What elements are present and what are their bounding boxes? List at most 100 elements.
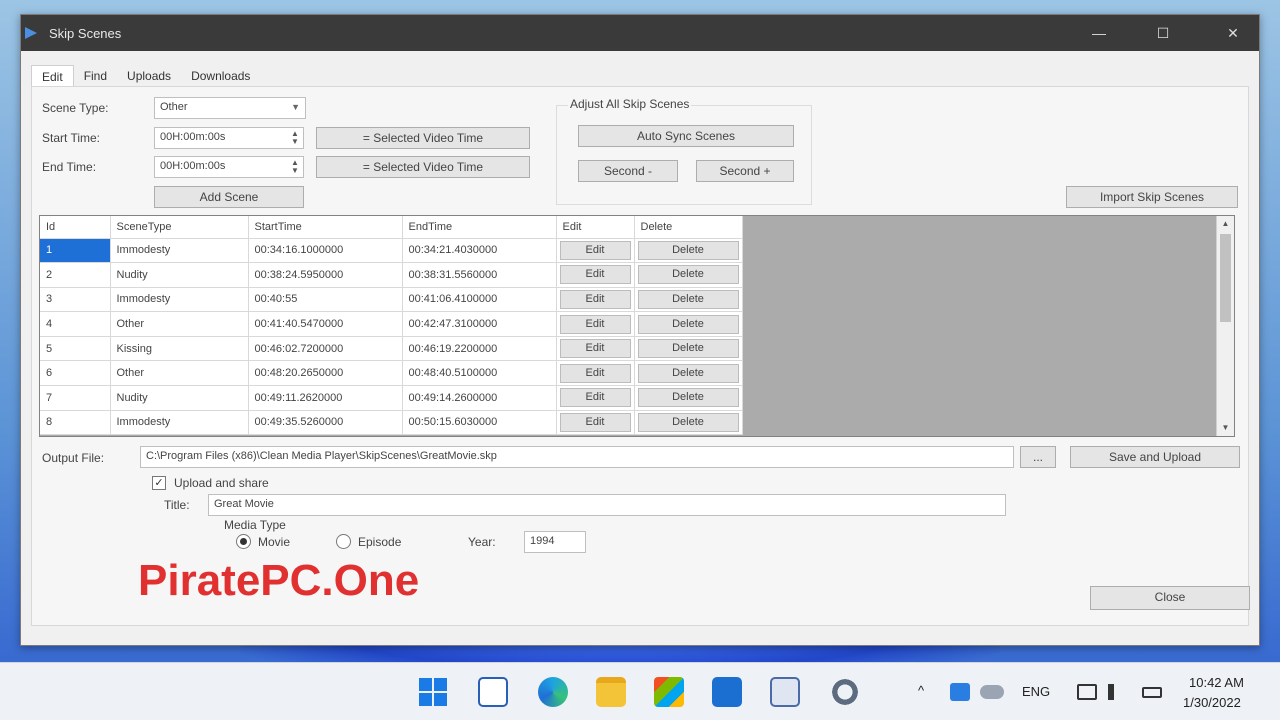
- minimize-button[interactable]: —: [1079, 21, 1119, 45]
- episode-radio[interactable]: [336, 534, 351, 549]
- close-window-button[interactable]: ✕: [1213, 21, 1253, 45]
- edit-row-button[interactable]: Edit: [559, 289, 631, 309]
- table-row[interactable]: 3 Immodesty 00:40:55 00:41:06.4100000 Ed…: [40, 287, 743, 313]
- table-row[interactable]: 4 Other 00:41:40.5470000 00:42:47.310000…: [40, 311, 743, 337]
- table-row[interactable]: 8 Immodesty 00:49:35.5260000 00:50:15.60…: [40, 410, 743, 436]
- row-id-cell[interactable]: 3: [40, 287, 111, 313]
- save-and-upload-button[interactable]: Save and Upload: [1070, 446, 1240, 468]
- column-header-edit[interactable]: Edit: [556, 216, 635, 239]
- widgets-icon[interactable]: [478, 677, 508, 707]
- windows-start-icon[interactable]: [418, 677, 448, 707]
- end-time-input[interactable]: 00H:00m:00s ▲ ▼: [154, 156, 304, 178]
- tab-find[interactable]: Find: [74, 65, 117, 87]
- selected-video-time-end-button[interactable]: = Selected Video Time: [316, 156, 530, 178]
- clock-time[interactable]: 10:42 AM: [1189, 675, 1244, 690]
- end-time-cell[interactable]: 00:38:31.5560000: [402, 262, 557, 288]
- table-row[interactable]: 6 Other 00:48:20.2650000 00:48:40.510000…: [40, 360, 743, 387]
- settings-gear-icon[interactable]: [830, 677, 860, 707]
- battery-icon[interactable]: [1142, 687, 1162, 698]
- tab-downloads[interactable]: Downloads: [181, 65, 260, 87]
- edge-browser-icon[interactable]: [538, 677, 568, 707]
- end-time-cell[interactable]: 00:46:19.2200000: [402, 336, 557, 362]
- start-time-cell[interactable]: 00:34:16.1000000: [248, 238, 403, 264]
- table-row[interactable]: 1 Immodesty 00:34:16.1000000 00:34:21.40…: [40, 238, 743, 264]
- start-time-cell[interactable]: 00:41:40.5470000: [248, 311, 403, 337]
- edit-row-button[interactable]: Edit: [559, 240, 631, 260]
- end-time-cell[interactable]: 00:50:15.6030000: [402, 410, 557, 436]
- delete-row-button[interactable]: Delete: [637, 339, 739, 359]
- scene-type-cell[interactable]: Other: [110, 360, 249, 387]
- row-id-cell[interactable]: 5: [40, 336, 111, 362]
- end-time-cell[interactable]: 00:41:06.4100000: [402, 287, 557, 313]
- delete-row-button[interactable]: Delete: [637, 240, 739, 260]
- column-header-endtime[interactable]: EndTime: [402, 216, 557, 239]
- scene-type-cell[interactable]: Immodesty: [110, 238, 249, 264]
- scroll-thumb[interactable]: [1220, 234, 1231, 322]
- table-row[interactable]: 5 Kissing 00:46:02.7200000 00:46:19.2200…: [40, 336, 743, 362]
- table-row[interactable]: 7 Nudity 00:49:11.2620000 00:49:14.26000…: [40, 385, 743, 411]
- scene-type-cell[interactable]: Immodesty: [110, 410, 249, 436]
- mail-icon[interactable]: [712, 677, 742, 707]
- start-time-cell[interactable]: 00:46:02.7200000: [248, 336, 403, 362]
- app-pinned-icon[interactable]: [770, 677, 800, 707]
- scene-type-select[interactable]: Other ▼: [154, 97, 306, 119]
- grid-vertical-scrollbar[interactable]: ▲ ▼: [1216, 216, 1234, 436]
- store-icon[interactable]: [654, 677, 684, 707]
- start-time-input[interactable]: 00H:00m:00s ▲ ▼: [154, 127, 304, 149]
- year-input[interactable]: 1994: [524, 531, 586, 553]
- spinner-arrows-icon[interactable]: ▲ ▼: [290, 159, 300, 175]
- upload-share-checkbox[interactable]: ✓: [152, 476, 166, 490]
- delete-row-button[interactable]: Delete: [637, 265, 739, 285]
- edit-row-button[interactable]: Edit: [559, 339, 631, 359]
- scroll-down-arrow-icon[interactable]: ▼: [1217, 420, 1234, 436]
- selected-video-time-start-button[interactable]: = Selected Video Time: [316, 127, 530, 149]
- edit-row-button[interactable]: Edit: [559, 363, 631, 383]
- network-icon[interactable]: [1077, 684, 1097, 700]
- row-id-cell[interactable]: 6: [40, 360, 111, 387]
- edit-row-button[interactable]: Edit: [559, 265, 631, 285]
- maximize-button[interactable]: ☐: [1143, 21, 1183, 45]
- import-skip-scenes-button[interactable]: Import Skip Scenes: [1066, 186, 1238, 208]
- start-time-cell[interactable]: 00:40:55: [248, 287, 403, 313]
- language-indicator[interactable]: ENG: [1022, 684, 1050, 699]
- auto-sync-button[interactable]: Auto Sync Scenes: [578, 125, 794, 147]
- start-time-cell[interactable]: 00:49:11.2620000: [248, 385, 403, 411]
- column-header-id[interactable]: Id: [40, 216, 111, 239]
- edit-row-button[interactable]: Edit: [559, 314, 631, 334]
- delete-row-button[interactable]: Delete: [637, 314, 739, 334]
- title-bar[interactable]: Skip Scenes — ☐ ✕: [21, 15, 1259, 51]
- browse-button[interactable]: ...: [1020, 446, 1056, 468]
- end-time-cell[interactable]: 00:34:21.4030000: [402, 238, 557, 264]
- scene-type-cell[interactable]: Immodesty: [110, 287, 249, 313]
- scene-type-cell[interactable]: Nudity: [110, 262, 249, 288]
- column-header-starttime[interactable]: StartTime: [248, 216, 403, 239]
- row-id-cell[interactable]: 8: [40, 410, 111, 436]
- start-time-cell[interactable]: 00:49:35.5260000: [248, 410, 403, 436]
- delete-row-button[interactable]: Delete: [637, 412, 739, 432]
- clock-date[interactable]: 1/30/2022: [1183, 695, 1241, 710]
- row-id-cell[interactable]: 1: [40, 238, 111, 264]
- scroll-up-arrow-icon[interactable]: ▲: [1217, 216, 1234, 232]
- onedrive-cloud-icon[interactable]: [980, 685, 1004, 699]
- scene-type-cell[interactable]: Nudity: [110, 385, 249, 411]
- delete-row-button[interactable]: Delete: [637, 363, 739, 383]
- row-id-cell[interactable]: 2: [40, 262, 111, 288]
- delete-row-button[interactable]: Delete: [637, 388, 739, 408]
- column-header-delete[interactable]: Delete: [634, 216, 743, 239]
- spinner-arrows-icon[interactable]: ▲ ▼: [290, 130, 300, 146]
- end-time-cell[interactable]: 00:49:14.2600000: [402, 385, 557, 411]
- scene-type-cell[interactable]: Kissing: [110, 336, 249, 362]
- tab-uploads[interactable]: Uploads: [117, 65, 181, 87]
- tray-overflow-chevron-icon[interactable]: ^: [918, 683, 924, 698]
- close-button[interactable]: Close: [1090, 586, 1250, 610]
- table-row[interactable]: 2 Nudity 00:38:24.5950000 00:38:31.55600…: [40, 262, 743, 288]
- row-id-cell[interactable]: 7: [40, 385, 111, 411]
- tab-edit[interactable]: Edit: [31, 65, 74, 87]
- security-shield-icon[interactable]: [950, 683, 970, 701]
- add-scene-button[interactable]: Add Scene: [154, 186, 304, 208]
- column-header-scenetype[interactable]: SceneType: [110, 216, 249, 239]
- edit-row-button[interactable]: Edit: [559, 388, 631, 408]
- edit-row-button[interactable]: Edit: [559, 412, 631, 432]
- start-time-cell[interactable]: 00:48:20.2650000: [248, 360, 403, 387]
- title-input[interactable]: Great Movie: [208, 494, 1006, 516]
